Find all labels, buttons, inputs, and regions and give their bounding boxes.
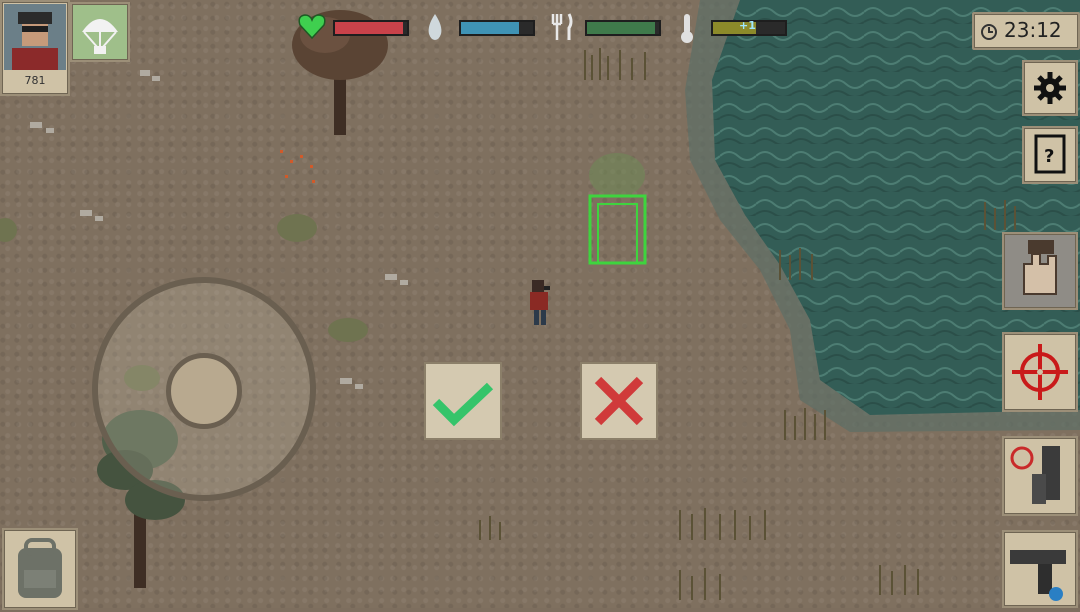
clock-time: 23:12 [1004, 18, 1062, 42]
checkmark-icon [432, 382, 494, 427]
clock-panel: 23:12 [972, 12, 1080, 50]
confirm-placement-button[interactable] [424, 362, 502, 440]
hunger-bar [585, 20, 661, 36]
notes-icon: ? [1034, 134, 1066, 174]
heart-icon [298, 14, 326, 40]
bush [277, 214, 317, 242]
gear-icon [1034, 72, 1066, 104]
hand-icon [1023, 240, 1057, 295]
bush [0, 218, 17, 242]
joystick-thumb[interactable] [166, 353, 242, 429]
backpack-icon [18, 538, 62, 598]
bush [328, 318, 368, 342]
temperature-bar: +1 [711, 19, 787, 36]
thirst-bar [459, 20, 535, 36]
parachute-icon [82, 19, 118, 54]
pistol-icon [1010, 550, 1066, 601]
reed-clumps [479, 48, 1016, 600]
cross-icon [594, 376, 644, 426]
red-flowers [280, 150, 315, 183]
player-level: 781 [24, 74, 46, 87]
water-drop-icon [428, 14, 442, 40]
magazine-reload-icon [1010, 446, 1060, 504]
reload-button[interactable] [1002, 436, 1078, 516]
settings-button[interactable] [1022, 60, 1078, 116]
fork-knife-icon [551, 13, 573, 40]
cancel-placement-button[interactable] [580, 362, 658, 440]
temperature-delta: +1 [739, 19, 756, 32]
player-character [530, 280, 550, 325]
aim-button[interactable] [1002, 332, 1078, 412]
inventory-button[interactable] [2, 528, 78, 610]
health-bar [333, 20, 409, 36]
movement-joystick[interactable] [92, 277, 316, 501]
build-placement-preview[interactable] [588, 153, 647, 265]
svg-text:?: ? [1044, 146, 1054, 167]
weapon-button[interactable] [1002, 530, 1078, 608]
clock-icon [981, 24, 997, 40]
interact-button[interactable] [1002, 232, 1078, 310]
crosshair-icon [1012, 344, 1068, 400]
thermometer-icon [681, 14, 693, 43]
quests-button[interactable]: ? [1022, 126, 1078, 184]
player-avatar-panel[interactable]: 781 [0, 0, 70, 96]
avatar [4, 4, 66, 70]
airdrop-button[interactable] [70, 2, 130, 62]
